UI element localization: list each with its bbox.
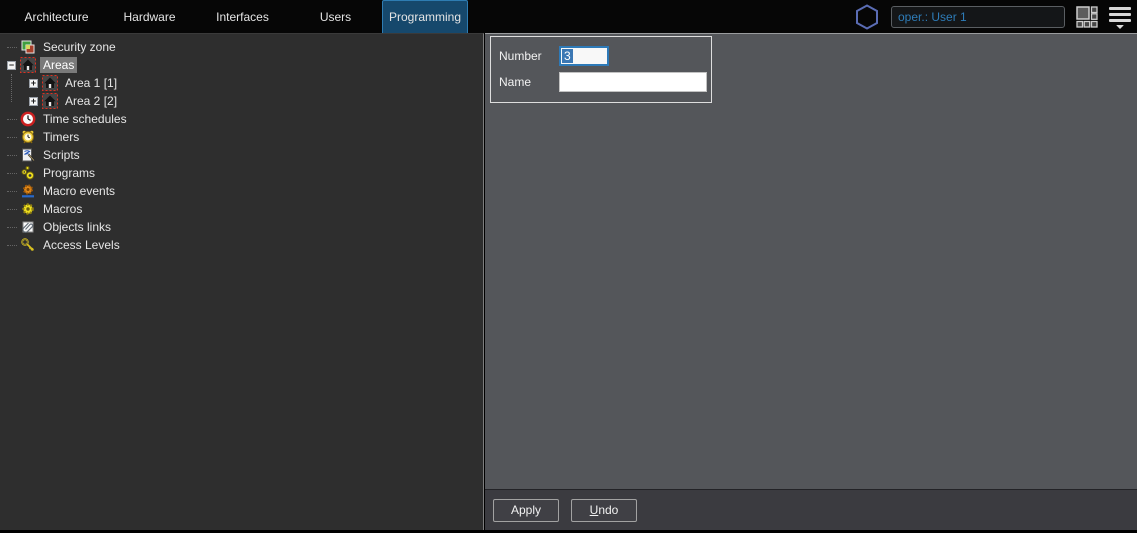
- macro-events-icon: [20, 183, 36, 199]
- tree-item-label: Macro events: [43, 184, 116, 198]
- tree-connector: [4, 237, 20, 253]
- hexagon-icon: [854, 3, 880, 30]
- number-label: Number: [499, 49, 542, 63]
- timer-clock-icon: [20, 129, 36, 145]
- grid-layout-icon[interactable]: [1076, 5, 1098, 28]
- tree-item-programs[interactable]: Programs: [0, 164, 483, 182]
- tree-connector: [4, 129, 20, 145]
- objects-links-icon: [20, 219, 36, 235]
- tree-item-label: Area 1 [1]: [65, 76, 118, 90]
- tree-connector: [4, 201, 20, 217]
- tree-item-label: Security zone: [43, 40, 116, 54]
- current-user-field[interactable]: [891, 5, 1065, 28]
- tree-item-label: Access Levels: [43, 238, 120, 252]
- tree-item-label: Area 2 [2]: [65, 94, 118, 108]
- tree-item-time-schedules[interactable]: Time schedules: [0, 110, 483, 128]
- area-house-icon: [42, 93, 58, 109]
- number-input[interactable]: 3: [559, 46, 609, 66]
- tree-connector: [4, 219, 20, 235]
- tree-item-label: Objects links: [43, 220, 112, 234]
- tree-item-area-1-1[interactable]: + Area 1 [1]: [0, 74, 483, 92]
- tree-item-label: Time schedules: [43, 112, 127, 126]
- tree-item-security-zone[interactable]: Security zone: [0, 38, 483, 56]
- area-editor: Number 3 Name: [485, 34, 1137, 489]
- selected-text: 3: [562, 49, 573, 63]
- nav-right-cluster: [854, 0, 1131, 33]
- minus-expand-box-icon[interactable]: −: [7, 60, 16, 70]
- plus-expand-box-icon[interactable]: +: [29, 96, 38, 106]
- name-label: Name: [499, 75, 532, 89]
- area-properties-group: Number 3 Name: [490, 36, 712, 103]
- tree-item-access-levels[interactable]: Access Levels: [0, 236, 483, 254]
- tree-item-label: Areas: [40, 57, 78, 73]
- time-schedule-icon: [20, 111, 36, 127]
- tree-item-timers[interactable]: Timers: [0, 128, 483, 146]
- plus-expand-box-icon[interactable]: +: [29, 78, 38, 88]
- name-row: Name: [499, 71, 707, 93]
- hamburger-menu-icon[interactable]: [1109, 5, 1131, 29]
- tree-item-areas[interactable]: − Areas: [0, 56, 483, 74]
- access-levels-icon: [20, 237, 36, 253]
- macros-icon: [20, 201, 36, 217]
- tree-item-label: Macros: [43, 202, 83, 216]
- tab-interfaces[interactable]: Interfaces: [196, 0, 289, 33]
- tree-item-macros[interactable]: Macros: [0, 200, 483, 218]
- tree-connector: [4, 147, 20, 163]
- tab-programming[interactable]: Programming: [382, 0, 468, 33]
- action-bar: Apply Undo: [485, 489, 1137, 530]
- tree-connector: [4, 111, 20, 127]
- detail-panel: Number 3 Name Apply Undo: [485, 33, 1137, 530]
- tab-users[interactable]: Users: [289, 0, 382, 33]
- tree-connector: [4, 183, 20, 199]
- number-row: Number 3: [499, 45, 703, 67]
- tree-connector: [4, 39, 20, 55]
- tree-item-label: Scripts: [43, 148, 80, 162]
- area-house-icon: [20, 57, 36, 73]
- top-nav-bar: Architecture Hardware Interfaces Users P…: [0, 0, 1137, 33]
- tree-item-label: Timers: [43, 130, 80, 144]
- security-zone-icon: [20, 39, 36, 55]
- apply-button[interactable]: Apply: [493, 498, 559, 522]
- tree-item-label: Programs: [43, 166, 96, 180]
- nav-tabs: Architecture Hardware Interfaces Users P…: [10, 0, 468, 33]
- name-input[interactable]: [559, 72, 707, 92]
- tree-item-area-2-2[interactable]: + Area 2 [2]: [0, 92, 483, 110]
- tab-hardware[interactable]: Hardware: [103, 0, 196, 33]
- tree-connector-line: [11, 74, 12, 102]
- script-icon: [20, 147, 36, 163]
- programs-icon: [20, 165, 36, 181]
- tree-item-scripts[interactable]: Scripts: [0, 146, 483, 164]
- undo-button[interactable]: Undo: [571, 498, 637, 522]
- tab-architecture[interactable]: Architecture: [10, 0, 103, 33]
- tree-item-objects-links[interactable]: Objects links: [0, 218, 483, 236]
- programming-tree: Security zone − Areas + Area 1 [1] + Area 2 [2…: [0, 38, 483, 254]
- navigation-tree-panel: Security zone − Areas + Area 1 [1] + Area 2 [2…: [0, 33, 484, 530]
- area-house-icon: [42, 75, 58, 91]
- tree-connector: [4, 165, 20, 181]
- tree-item-macro-events[interactable]: Macro events: [0, 182, 483, 200]
